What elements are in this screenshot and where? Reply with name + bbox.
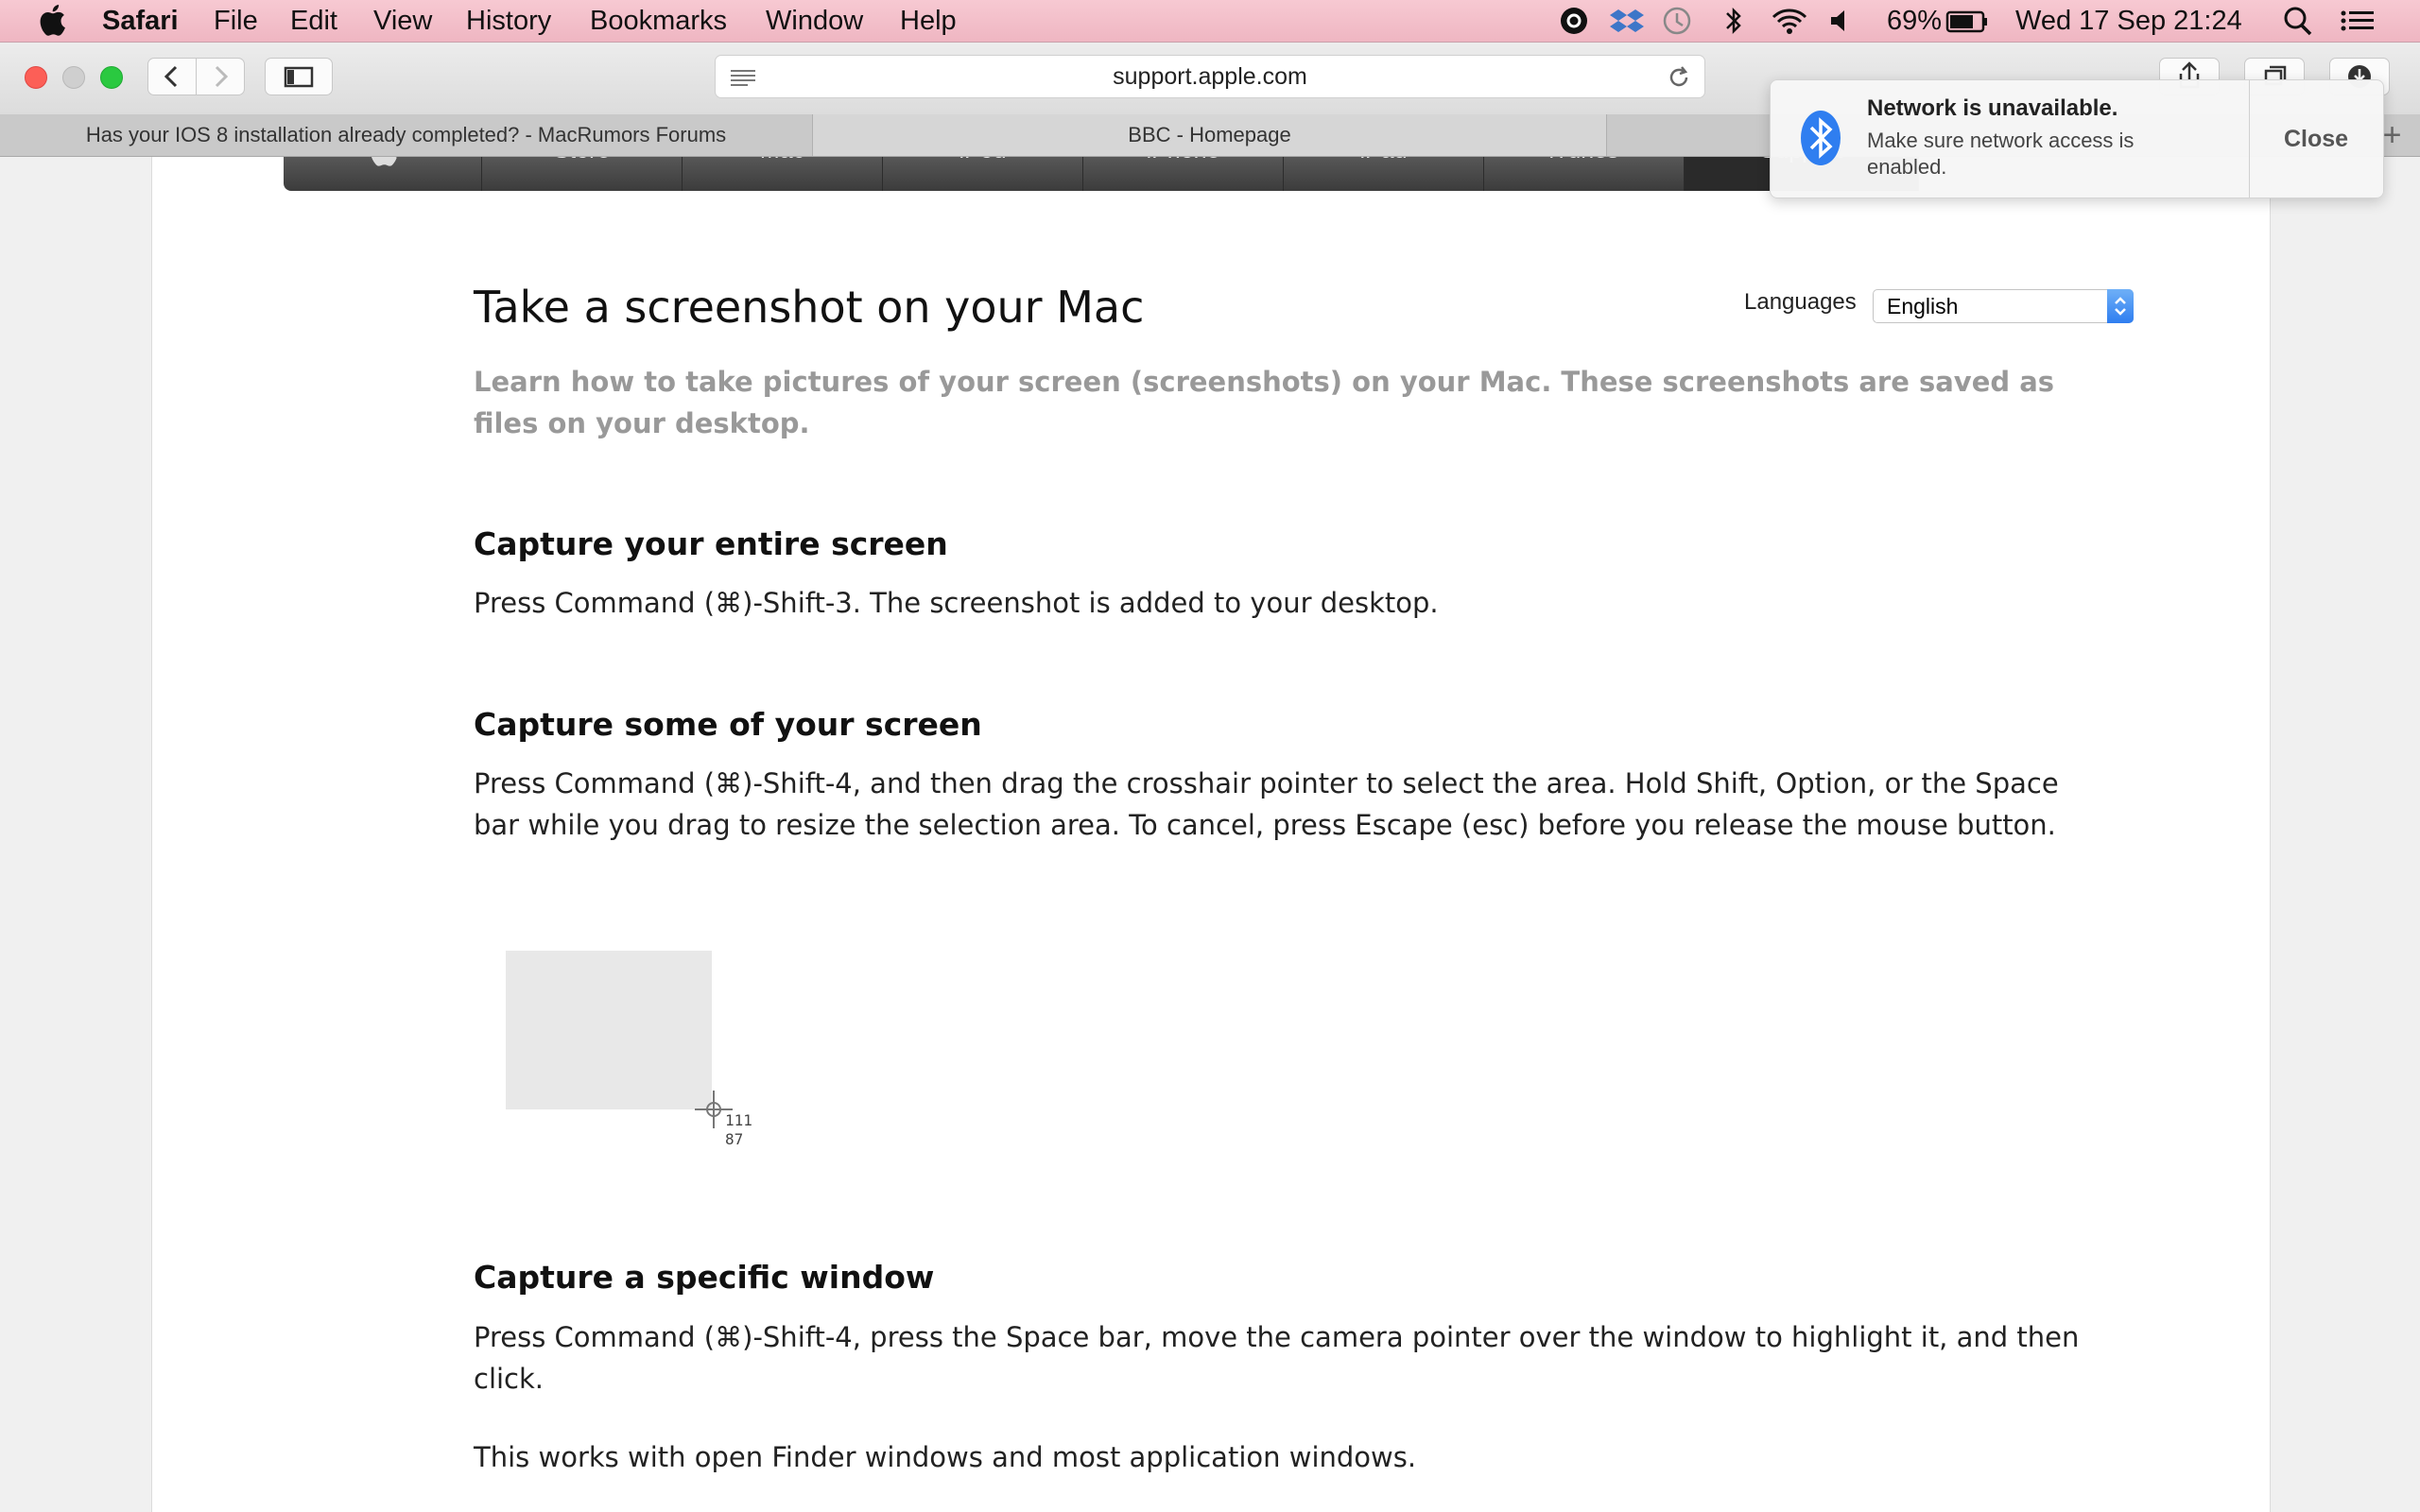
nav-ipad[interactable]: iPad — [1284, 157, 1484, 191]
sidebar-toggle-button[interactable] — [265, 58, 333, 95]
close-window-button[interactable] — [25, 66, 47, 89]
nav-ipod[interactable]: iPod — [883, 157, 1083, 191]
menu-window[interactable]: Window — [766, 4, 863, 38]
chevron-right-icon — [215, 65, 229, 88]
plus-icon: + — [2382, 117, 2402, 153]
notification-title: Network is unavailable. — [1867, 95, 2118, 121]
selection-height-label: 87 — [725, 1130, 744, 1148]
section-heading-some-screen: Capture some of your screen — [474, 706, 982, 743]
bluetooth-icon — [1801, 111, 1841, 165]
menu-history[interactable]: History — [466, 4, 551, 38]
menu-bar: Safari File Edit View History Bookmarks … — [0, 0, 2420, 43]
notification-close-button[interactable]: Close — [2250, 80, 2382, 198]
network-notification: Network is unavailable. Make sure networ… — [1770, 79, 2384, 198]
menu-view[interactable]: View — [373, 4, 432, 38]
notification-body: Make sure network access is enabled. — [1867, 129, 2135, 179]
section-body-some-screen: Press Command (⌘)-Shift-4, and then drag… — [474, 767, 2059, 841]
reload-icon[interactable] — [1665, 63, 1693, 92]
language-select-value: English — [1887, 294, 1959, 318]
zoom-window-button[interactable] — [100, 66, 123, 89]
nav-apple-logo[interactable] — [284, 157, 482, 191]
apple-logo-icon — [371, 157, 397, 166]
menu-app-name[interactable]: Safari — [102, 4, 179, 38]
section-heading-entire-screen: Capture your entire screen — [474, 525, 948, 562]
dropbox-icon[interactable] — [1609, 4, 1645, 38]
chevron-left-icon — [164, 65, 178, 88]
address-bar[interactable]: support.apple.com — [715, 55, 1705, 98]
selection-area-illustration — [506, 951, 712, 1109]
battery-icon[interactable] — [1945, 4, 1989, 38]
tab-bbc[interactable]: BBC - Homepage — [813, 114, 1607, 156]
record-status-icon[interactable] — [1558, 4, 1590, 38]
language-select[interactable]: English — [1873, 289, 2134, 323]
page-subtitle: Learn how to take pictures of your scree… — [474, 366, 2055, 439]
bluetooth-status-icon[interactable] — [1722, 4, 1745, 38]
apple-menu-icon[interactable] — [38, 4, 66, 36]
sidebar-icon — [284, 66, 314, 88]
menu-help[interactable]: Help — [900, 4, 957, 38]
web-page: Store Mac iPod iPhone iPad iTunes Suppor… — [151, 157, 2271, 1512]
apple-global-nav: Store Mac iPod iPhone iPad iTunes Suppor… — [284, 157, 1919, 191]
section-body-specific-window: Press Command (⌘)-Shift-4, press the Spa… — [474, 1321, 2080, 1395]
menu-file[interactable]: File — [214, 4, 258, 38]
battery-percent[interactable]: 69% — [1887, 4, 1942, 38]
section-body-specific-window-note: This works with open Finder windows and … — [474, 1441, 1417, 1473]
section-body-entire-screen: Press Command (⌘)-Shift-3. The screensho… — [474, 587, 1439, 619]
tab-macrumors[interactable]: Has your IOS 8 installation already comp… — [0, 114, 813, 156]
notification-center-icon[interactable] — [2339, 4, 2377, 38]
volume-icon[interactable] — [1828, 4, 1853, 38]
forward-button[interactable] — [196, 58, 245, 95]
menu-clock[interactable]: Wed 17 Sep 21:24 — [2015, 4, 2242, 38]
nav-mac[interactable]: Mac — [683, 157, 883, 191]
time-machine-icon[interactable] — [1660, 4, 1694, 38]
section-heading-specific-window: Capture a specific window — [474, 1259, 935, 1296]
updown-chevron-icon — [2107, 289, 2134, 323]
languages-label: Languages — [1744, 289, 1857, 315]
wifi-icon[interactable] — [1770, 4, 1809, 38]
back-button[interactable] — [147, 58, 197, 95]
minimize-window-button[interactable] — [62, 66, 85, 89]
selection-width-label: 111 — [725, 1111, 752, 1129]
menu-edit[interactable]: Edit — [290, 4, 337, 38]
page-title: Take a screenshot on your Mac — [474, 282, 1145, 333]
spotlight-search-icon[interactable] — [2282, 4, 2314, 38]
address-url: support.apple.com — [1113, 63, 1307, 90]
menu-bookmarks[interactable]: Bookmarks — [590, 4, 727, 38]
nav-store[interactable]: Store — [482, 157, 683, 191]
nav-iphone[interactable]: iPhone — [1083, 157, 1284, 191]
nav-itunes[interactable]: iTunes — [1484, 157, 1685, 191]
